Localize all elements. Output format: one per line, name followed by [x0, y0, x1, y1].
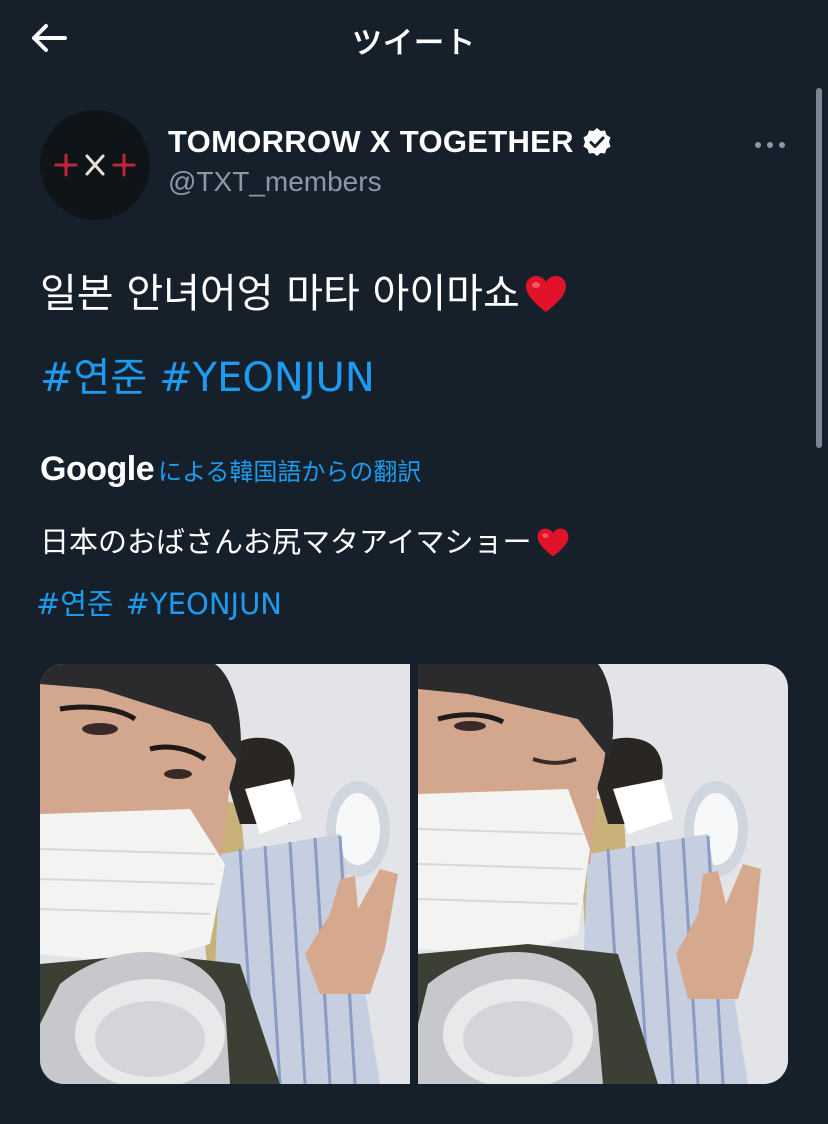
tweet-hashtags: #연준 #YEONJUN [40, 350, 387, 406]
hashtag-link[interactable]: #YEONJUN [126, 587, 282, 621]
more-options-button[interactable] [750, 128, 790, 158]
scrollbar[interactable] [816, 88, 822, 448]
media-photo-2[interactable] [418, 664, 788, 1084]
top-bar: ツイート [0, 0, 828, 80]
page-title: ツイート [352, 26, 476, 61]
author-name-row[interactable]: TOMORROW X TOGETHER [168, 124, 612, 160]
avatar[interactable] [40, 110, 150, 220]
media-photo-1[interactable] [40, 664, 410, 1084]
hashtag-link[interactable]: #연준 [40, 355, 147, 401]
google-logo: Google [40, 450, 155, 488]
heart-emoji-icon [536, 527, 570, 558]
translation-label-link[interactable]: による韓国語からの翻訳 [158, 452, 421, 487]
hashtag-link[interactable]: #YEONJUN [159, 355, 375, 401]
txt-logo-icon [54, 153, 136, 177]
translation-header: Google による韓国語からの翻訳 [40, 450, 421, 489]
media-grid [40, 664, 788, 1084]
verified-badge-icon [582, 127, 612, 157]
author-handle[interactable]: @TXT_members [168, 166, 382, 198]
hashtag-link[interactable]: #연준 [36, 587, 114, 621]
translated-hashtags: #연준 #YEONJUN [36, 582, 294, 626]
more-dots-icon [754, 134, 786, 153]
author-display-name[interactable]: TOMORROW X TOGETHER [168, 124, 574, 160]
heart-emoji-icon [524, 274, 568, 314]
tweet-text: 일본 안녀어엉 마타 아이마쇼 [40, 266, 568, 322]
tweet-body: 일본 안녀어엉 마타 아이마쇼 [40, 271, 520, 317]
translated-text: 日本のおばさんお尻マタアイマショー [40, 520, 570, 564]
translated-body: 日本のおばさんお尻マタアイマショー [40, 525, 532, 559]
